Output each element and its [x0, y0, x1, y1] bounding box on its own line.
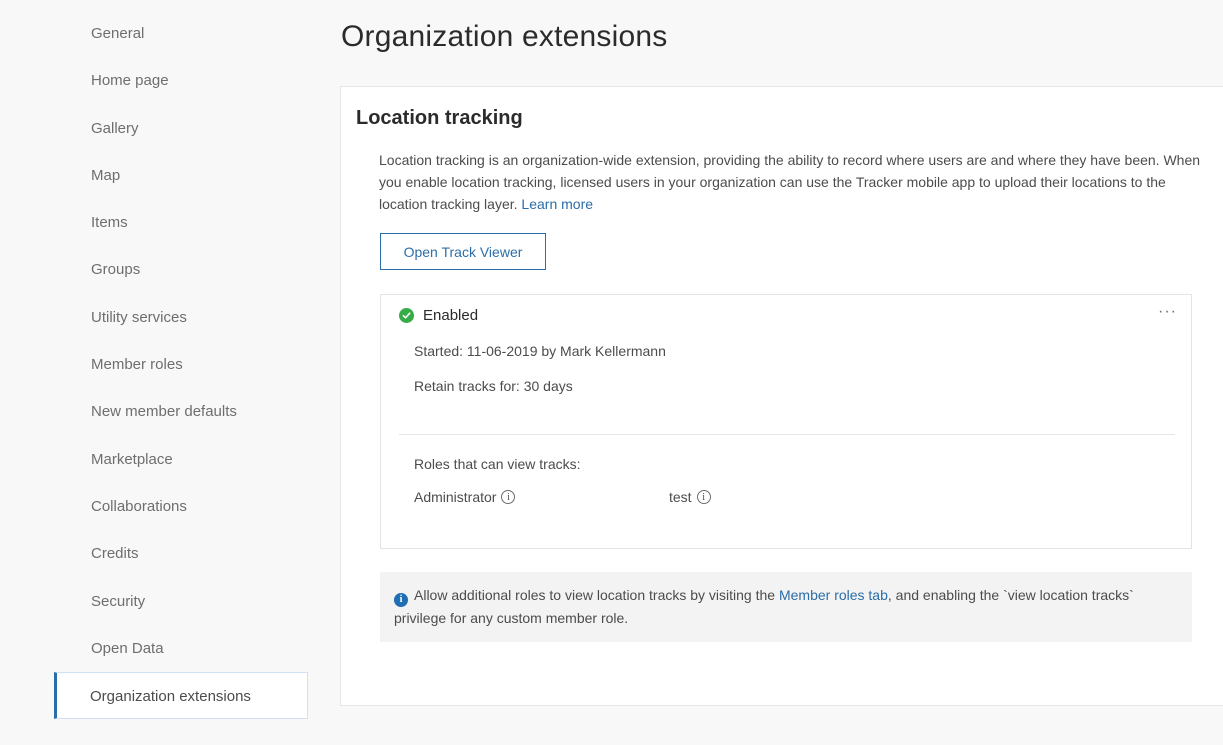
status-card: Enabled ··· Started: 11-06-2019 by Mark … [380, 294, 1192, 549]
roles-label: Roles that can view tracks: [414, 456, 581, 472]
status-badge: Enabled [423, 307, 479, 324]
sidebar-item-open-data[interactable]: Open Data [54, 625, 308, 672]
sidebar-item-items[interactable]: Items [54, 199, 308, 246]
sidebar-item-general[interactable]: General [54, 10, 308, 57]
sidebar-item-new-member-defaults[interactable]: New member defaults [54, 388, 308, 435]
open-track-viewer-button[interactable]: Open Track Viewer [380, 233, 546, 270]
sidebar-item-collaborations[interactable]: Collaborations [54, 483, 308, 530]
sidebar-item-member-roles[interactable]: Member roles [54, 341, 308, 388]
sidebar-item-organization-extensions[interactable]: Organization extensions [54, 672, 308, 720]
divider [399, 434, 1175, 435]
sidebar-item-credits[interactable]: Credits [54, 530, 308, 577]
status-row: Enabled [399, 307, 478, 324]
member-roles-tab-link[interactable]: Member roles tab [779, 587, 888, 603]
check-circle-icon [399, 308, 414, 323]
learn-more-link[interactable]: Learn more [521, 196, 593, 212]
description-text: Location tracking is an organization-wid… [379, 152, 1201, 212]
role-administrator: Administrator i [414, 489, 516, 505]
role-label: test [669, 489, 692, 505]
retain-tracks-info: Retain tracks for: 30 days [414, 378, 573, 394]
section-title: Location tracking [356, 107, 523, 129]
sidebar-item-gallery[interactable]: Gallery [54, 105, 308, 152]
started-info: Started: 11-06-2019 by Mark Kellermann [414, 343, 666, 359]
sidebar-item-home-page[interactable]: Home page [54, 57, 308, 104]
sidebar-item-security[interactable]: Security [54, 578, 308, 625]
info-icon[interactable]: i [501, 490, 516, 504]
sidebar-item-groups[interactable]: Groups [54, 246, 308, 293]
role-label: Administrator [414, 489, 497, 505]
settings-sidebar: General Home page Gallery Map Items Grou… [54, 10, 308, 720]
page: General Home page Gallery Map Items Grou… [0, 0, 1223, 745]
sidebar-item-utility-services[interactable]: Utility services [54, 294, 308, 341]
info-icon[interactable]: i [696, 490, 711, 504]
sidebar-item-marketplace[interactable]: Marketplace [54, 436, 308, 483]
info-notice: i Allow additional roles to view location… [380, 572, 1192, 642]
more-horizontal-icon[interactable]: ··· [1158, 303, 1177, 321]
notice-text-before: Allow additional roles to view location … [414, 587, 779, 603]
page-title: Organization extensions [341, 20, 668, 53]
info-circle-icon: i [394, 593, 408, 607]
section-description: Location tracking is an organization-wid… [379, 149, 1209, 215]
location-tracking-panel: Location tracking Location tracking is a… [340, 86, 1223, 706]
role-test: test i [669, 489, 711, 505]
sidebar-item-map[interactable]: Map [54, 152, 308, 199]
